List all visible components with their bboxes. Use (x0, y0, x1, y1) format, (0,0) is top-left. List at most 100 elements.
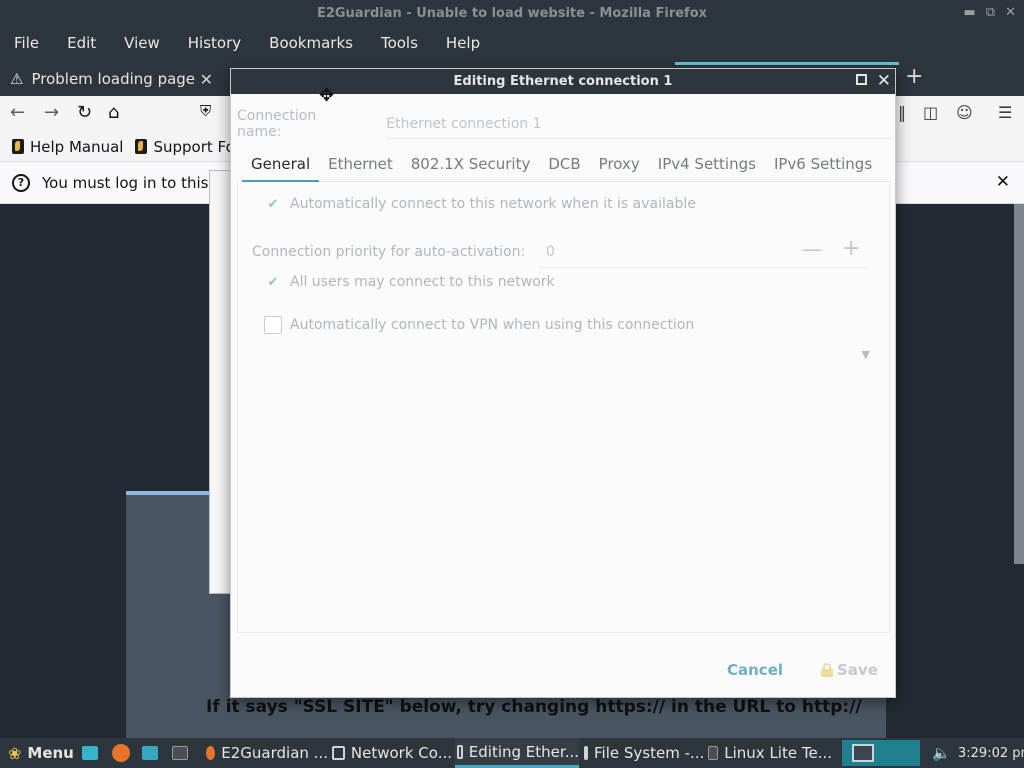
taskbar-item-label: E2Guardian ... (221, 744, 328, 762)
tab-8021x-security[interactable]: 802.1X Security (402, 149, 540, 182)
priority-row: Connection priority for auto-activation:… (252, 234, 872, 270)
home-icon[interactable]: ⌂ (108, 102, 119, 123)
bookmark-support[interactable]: Support For (135, 138, 241, 156)
priority-label: Connection priority for auto-activation: (252, 244, 526, 260)
minimize-icon[interactable]: ▬ (964, 5, 976, 20)
tab-proxy[interactable]: Proxy (590, 149, 649, 182)
menu-view[interactable]: View (124, 34, 160, 52)
taskbar-item-terminal[interactable]: Linux Lite Te... (708, 738, 832, 768)
general-tab-panel: ✔ Automatically connect to this network … (237, 182, 890, 633)
forward-icon[interactable]: → (44, 102, 59, 123)
vpn-row[interactable]: Automatically connect to VPN when using … (264, 316, 694, 334)
vpn-label: Automatically connect to VPN when using … (290, 317, 695, 333)
firefox-titlebar: E2Guardian - Unable to load website - Mo… (0, 0, 1024, 28)
auto-connect-label: Automatically connect to this network wh… (290, 196, 696, 212)
question-icon: ? (12, 173, 30, 192)
taskbar-item-firefox[interactable]: E2Guardian ... (206, 738, 328, 768)
taskbar-item-file-system[interactable]: File System -... (584, 738, 704, 768)
network-status-icon (852, 744, 874, 762)
menu-label: Menu (27, 744, 74, 762)
terminal-icon (708, 746, 719, 760)
notification-close-icon[interactable]: ✕ (996, 172, 1010, 192)
network-icon (457, 744, 463, 759)
all-users-label: All users may connect to this network (290, 274, 555, 290)
file-manager-launcher-icon[interactable] (142, 738, 158, 768)
taskbar-item-label: File System -... (594, 744, 704, 762)
menu-tools[interactable]: Tools (381, 34, 418, 52)
menu-history[interactable]: History (188, 34, 241, 52)
menu-bar: File Edit View History Bookmarks Tools H… (0, 28, 1024, 58)
terminal-launcher-icon[interactable] (172, 738, 188, 768)
shield-icon[interactable]: ⛨ (200, 102, 211, 120)
tab-title: Problem loading page (31, 70, 196, 88)
close-icon[interactable]: ✕ (877, 71, 891, 91)
volume-icon[interactable]: 🔈 (932, 738, 951, 768)
tab-general[interactable]: General (242, 149, 320, 182)
taskbar-item-network[interactable]: Network Co... (332, 738, 452, 768)
taskbar-item-label: Network Co... (350, 744, 452, 762)
window-controls: ▬ ⧉ ✕ (964, 5, 1017, 20)
menu-bookmarks[interactable]: Bookmarks (269, 34, 353, 52)
tab-ipv6-settings[interactable]: IPv6 Settings (765, 149, 881, 182)
save-label: Save (837, 661, 878, 679)
bookmark-label: Help Manual (30, 137, 124, 156)
notification-text: You must log in to this n (42, 173, 223, 192)
menu-help[interactable]: Help (446, 34, 480, 52)
page-scrollbar[interactable] (1014, 204, 1024, 564)
firefox-icon (206, 746, 216, 760)
chevron-down-icon: ▼ (861, 348, 870, 361)
feather-icon: ❀ (8, 743, 22, 763)
account-icon[interactable]: ☺ (956, 103, 973, 122)
dialog-titlebar[interactable]: Editing Ethernet connection 1 ✕ ✥ (231, 69, 895, 106)
firefox-launcher-icon[interactable] (112, 738, 130, 768)
increment-icon[interactable]: + (842, 236, 860, 261)
hamburger-menu-icon[interactable]: ☰ (998, 103, 1012, 122)
tab-accent-line (675, 62, 899, 65)
network-connections-window-edge (209, 170, 231, 594)
bookmark-label: Support For (153, 137, 241, 156)
page-instruction-text: If it says "SSL SITE" below, try changin… (206, 697, 862, 717)
lock-icon (821, 663, 833, 677)
save-button[interactable]: Save (821, 661, 878, 679)
cancel-button[interactable]: Cancel (727, 661, 783, 679)
taskbar: ❀ Menu E2Guardian ... Network Co... Edit… (0, 738, 1024, 768)
taskbar-item-label: Editing Ether... (468, 742, 579, 761)
decrement-icon[interactable]: — (802, 237, 822, 261)
browser-tab[interactable]: ⚠ Problem loading page ✕ (0, 62, 225, 96)
vpn-select[interactable]: ▼ (252, 342, 880, 372)
connection-name-input[interactable]: Ethernet connection 1 (386, 109, 893, 139)
bookmark-icon (12, 139, 24, 154)
network-icon (332, 746, 345, 760)
maximize-icon[interactable] (856, 74, 867, 85)
tab-ethernet[interactable]: Ethernet (319, 149, 402, 182)
all-users-row[interactable]: ✔ All users may connect to this network (264, 273, 555, 291)
library-icon[interactable]: ‖ (898, 103, 906, 122)
tab-ipv4-settings[interactable]: IPv4 Settings (649, 149, 765, 182)
window-title: E2Guardian - Unable to load website - Mo… (316, 6, 708, 21)
auto-connect-row[interactable]: ✔ Automatically connect to this network … (264, 195, 696, 213)
restore-icon[interactable]: ⧉ (986, 5, 995, 20)
all-users-checkbox[interactable]: ✔ (264, 273, 282, 291)
new-tab-icon[interactable]: + (905, 64, 923, 89)
taskbar-item-editing[interactable]: Editing Ether... (455, 738, 579, 768)
back-icon[interactable]: ← (10, 102, 25, 123)
tab-dcb[interactable]: DCB (539, 149, 589, 182)
connection-name-label: Connection name: (237, 108, 317, 140)
menu-file[interactable]: File (14, 34, 39, 52)
connection-name-row: Connection name: Ethernet connection 1 (237, 108, 893, 140)
auto-connect-checkbox[interactable]: ✔ (264, 195, 282, 213)
start-menu-button[interactable]: ❀ Menu (8, 738, 74, 768)
show-desktop-icon[interactable] (82, 738, 98, 768)
workspace-switcher[interactable] (842, 740, 920, 766)
bookmark-icon (135, 139, 148, 154)
reload-icon[interactable]: ↻ (77, 102, 92, 123)
close-icon[interactable]: ✕ (1005, 5, 1016, 20)
edit-connection-dialog: Editing Ethernet connection 1 ✕ ✥ Connec… (230, 68, 896, 698)
folder-icon (584, 746, 588, 760)
menu-edit[interactable]: Edit (67, 34, 96, 52)
sidebar-icon[interactable]: ◫ (923, 103, 938, 122)
move-cursor-icon: ✥ (319, 85, 335, 106)
tab-close-icon[interactable]: ✕ (200, 70, 213, 89)
vpn-checkbox[interactable] (264, 316, 282, 334)
bookmark-help-manual[interactable]: Help Manual (12, 138, 123, 156)
